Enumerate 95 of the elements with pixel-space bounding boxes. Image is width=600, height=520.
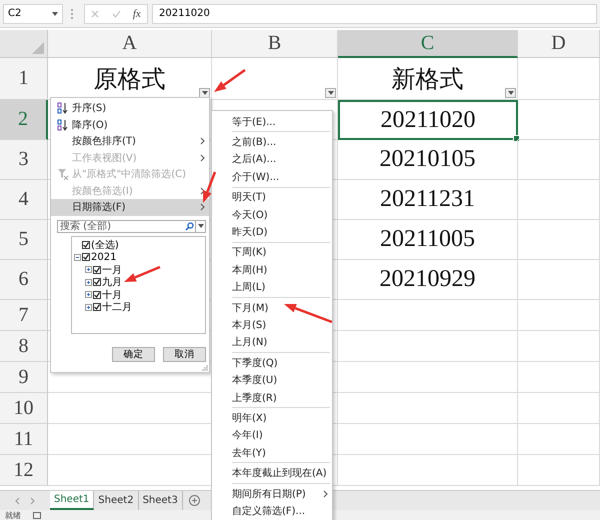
add-sheet-icon[interactable] — [188, 495, 200, 506]
row-header[interactable]: 10 — [0, 393, 48, 424]
menu-item[interactable]: 上月(N) — [212, 334, 332, 352]
menu-item[interactable]: 下月(M) — [212, 298, 332, 316]
clear-filter-icon — [57, 168, 69, 180]
row-header[interactable]: 3 — [0, 140, 48, 180]
expand-icon[interactable] — [85, 304, 92, 311]
expand-icon[interactable] — [85, 291, 92, 298]
formula-field[interactable]: 20211020 — [152, 4, 597, 24]
expand-icon[interactable] — [85, 278, 92, 286]
row-header[interactable]: 5 — [0, 220, 48, 260]
sheet-tab[interactable]: Sheet1 — [50, 491, 94, 510]
annotation-arrow — [124, 266, 160, 282]
fill-handle[interactable] — [513, 135, 520, 142]
annotation-arrow — [214, 68, 246, 92]
cell-text: 20211005 — [380, 226, 476, 253]
menu-item[interactable]: 介于(W)... — [212, 168, 332, 186]
macro-record-icon[interactable] — [33, 512, 41, 518]
checkbox[interactable] — [82, 240, 90, 249]
tree-item-label[interactable]: 2021 — [91, 252, 116, 263]
menu-item[interactable]: 等于(E)... — [212, 113, 332, 130]
filter-dropdown-button[interactable] — [199, 88, 210, 98]
menu-item[interactable]: 明天(T) — [212, 188, 332, 206]
dialog-button[interactable]: 取消 — [163, 346, 206, 362]
menu-item[interactable]: 上季度(R) — [212, 388, 332, 406]
filter-dropdown-button[interactable] — [325, 88, 336, 98]
row-header[interactable]: 6 — [0, 260, 48, 300]
cell-text: 20211231 — [380, 186, 476, 213]
menu-item[interactable]: 明年(X) — [212, 409, 332, 427]
menu-item[interactable]: 下季度(Q) — [212, 354, 332, 372]
expand-icon[interactable] — [85, 266, 92, 274]
menu-item[interactable]: 期间所有日期(P) — [212, 484, 332, 502]
menu-item[interactable]: 降序(O) — [51, 116, 209, 133]
row-header[interactable]: 4 — [0, 180, 48, 220]
row-header[interactable]: 2 — [0, 100, 48, 140]
name-box[interactable]: C2 — [3, 4, 63, 24]
menu-item[interactable]: 升序(S) — [51, 100, 209, 116]
caret-icon — [198, 224, 204, 228]
menu-item[interactable]: 之后(A)... — [212, 150, 332, 168]
caret-icon — [328, 91, 334, 95]
cell-text: 20210105 — [380, 146, 476, 173]
column-header[interactable]: A — [48, 30, 212, 58]
filter-dropdown-button[interactable] — [505, 88, 516, 98]
status-text: 就绪 — [5, 510, 21, 520]
row-header[interactable]: 9 — [0, 362, 48, 393]
column-header[interactable]: D — [518, 30, 600, 58]
menu-item[interactable]: 自定义筛选(F)... — [212, 502, 332, 520]
caret-icon — [508, 91, 514, 95]
tree-item-label[interactable]: 一月 — [102, 262, 122, 277]
row-header[interactable]: 11 — [0, 424, 48, 455]
menu-item[interactable]: 今天(O) — [212, 206, 332, 224]
tree-item-label[interactable]: (全选) — [91, 238, 119, 252]
tree-item-label[interactable]: 十月 — [102, 288, 122, 302]
checkbox[interactable] — [93, 266, 101, 274]
annotation-arrow — [203, 172, 216, 203]
menu-item[interactable]: 昨天(D) — [212, 223, 332, 241]
menu-item[interactable]: 今年(I) — [212, 426, 332, 444]
checkbox[interactable] — [93, 290, 101, 299]
menu-item[interactable]: 本月(S) — [212, 316, 332, 334]
cell-text: 新格式 — [392, 66, 464, 94]
menu-item[interactable]: 之前(B)... — [212, 133, 332, 151]
cell-text: 原格式 — [94, 66, 166, 94]
cell-text: 20211020 — [380, 106, 476, 134]
collapse-icon[interactable] — [74, 254, 81, 261]
menu-item[interactable]: 本年度截止到现在(A) — [212, 464, 332, 482]
cell-text: 20210929 — [380, 266, 476, 293]
checkbox[interactable] — [93, 278, 101, 286]
caret-icon — [202, 91, 208, 95]
row-header[interactable]: 12 — [0, 455, 48, 486]
menu-item[interactable]: 按颜色排序(T) — [51, 133, 209, 150]
search-icon — [185, 222, 194, 230]
menu-item[interactable]: 上周(L) — [212, 278, 332, 296]
insert-function-button[interactable]: fx — [132, 8, 141, 20]
row-header[interactable]: 7 — [0, 300, 48, 331]
checkbox[interactable] — [82, 253, 90, 262]
row-header[interactable]: 8 — [0, 331, 48, 362]
check-icon[interactable] — [112, 10, 121, 18]
column-header[interactable]: C — [338, 30, 518, 58]
tree-item-label[interactable]: 九月 — [102, 275, 122, 290]
menu-item[interactable]: 去年(Y) — [212, 444, 332, 462]
annotation-arrow — [284, 304, 332, 324]
caret-icon — [52, 12, 58, 16]
tree-item-label[interactable]: 十二月 — [102, 300, 132, 314]
checkbox[interactable] — [93, 303, 101, 312]
menu-item[interactable]: 日期筛选(F) — [51, 199, 209, 216]
resize-grip-icon[interactable] — [202, 365, 208, 371]
column-header[interactable]: B — [212, 30, 338, 58]
menu-item[interactable]: 本周(H) — [212, 261, 332, 279]
sort-descending-icon — [57, 118, 69, 131]
dialog-button[interactable]: 确定 — [112, 346, 155, 362]
menu-item[interactable]: 下周(K) — [212, 244, 332, 262]
menu-item[interactable]: 本季度(U) — [212, 371, 332, 389]
row-header[interactable]: 1 — [0, 58, 48, 100]
chevron-icon — [323, 490, 328, 498]
sort-ascending-icon — [57, 102, 69, 114]
